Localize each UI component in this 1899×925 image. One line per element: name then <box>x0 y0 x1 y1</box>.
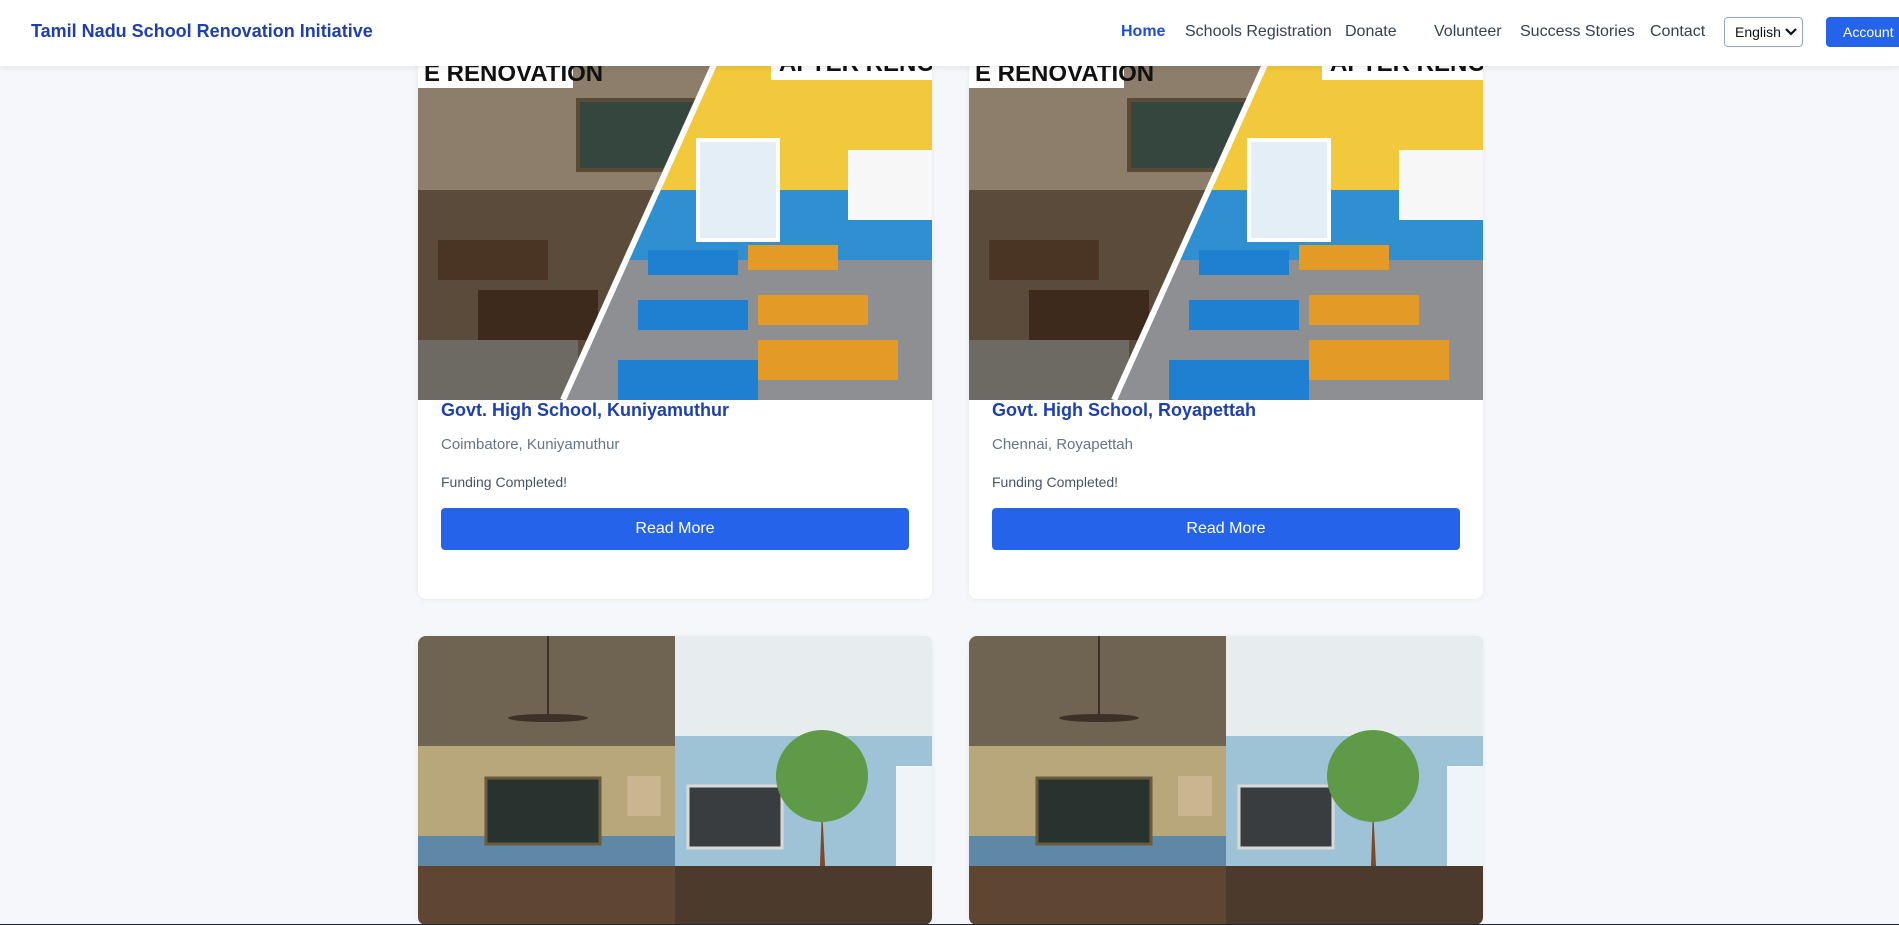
school-location: Chennai, Royapettah <box>992 436 1133 453</box>
read-more-button[interactable]: Read More <box>441 508 909 550</box>
read-more-button[interactable]: Read More <box>992 508 1460 550</box>
nav-link-contact[interactable]: Contact <box>1650 23 1705 41</box>
chevron-down-icon <box>1781 18 1802 46</box>
school-name: Govt. High School, Royapettah <box>992 400 1257 420</box>
site-brand[interactable]: Tamil Nadu School Renovation Initiative <box>31 21 373 42</box>
account-button[interactable]: Account <box>1826 17 1899 47</box>
school-card: E RENOVATION AFTER RENOVA Govt. High Sch… <box>969 40 1483 599</box>
nav-link-volunteer[interactable]: Volunteer <box>1434 23 1502 41</box>
before-after-image: E RENOVATION AFTER RENOVA <box>418 40 932 400</box>
top-navbar: Tamil Nadu School Renovation Initiative … <box>0 0 1899 66</box>
nav-link-success-stories[interactable]: Success Stories <box>1520 23 1635 41</box>
school-card: E RENOVATION AFTER RENOVA Govt. High Sch… <box>418 40 932 599</box>
nav-link-schools-registration[interactable]: Schools Registration <box>1185 23 1332 41</box>
nav-link-home[interactable]: Home <box>1121 23 1165 41</box>
school-name: Govt. High School, Kuniyamuthur <box>441 400 729 420</box>
school-location: Coimbatore, Kuniyamuthur <box>441 436 620 453</box>
school-card <box>969 636 1483 925</box>
school-card <box>418 636 932 925</box>
funding-status: Funding Completed! <box>992 474 1119 490</box>
before-after-image <box>418 636 932 925</box>
funding-status: Funding Completed! <box>441 474 568 490</box>
language-select[interactable]: English <box>1724 17 1803 47</box>
before-after-image <box>969 636 1483 925</box>
before-after-image: E RENOVATION AFTER RENOVA <box>969 40 1483 400</box>
nav-link-donate[interactable]: Donate <box>1345 23 1397 41</box>
language-value: English <box>1735 24 1781 40</box>
